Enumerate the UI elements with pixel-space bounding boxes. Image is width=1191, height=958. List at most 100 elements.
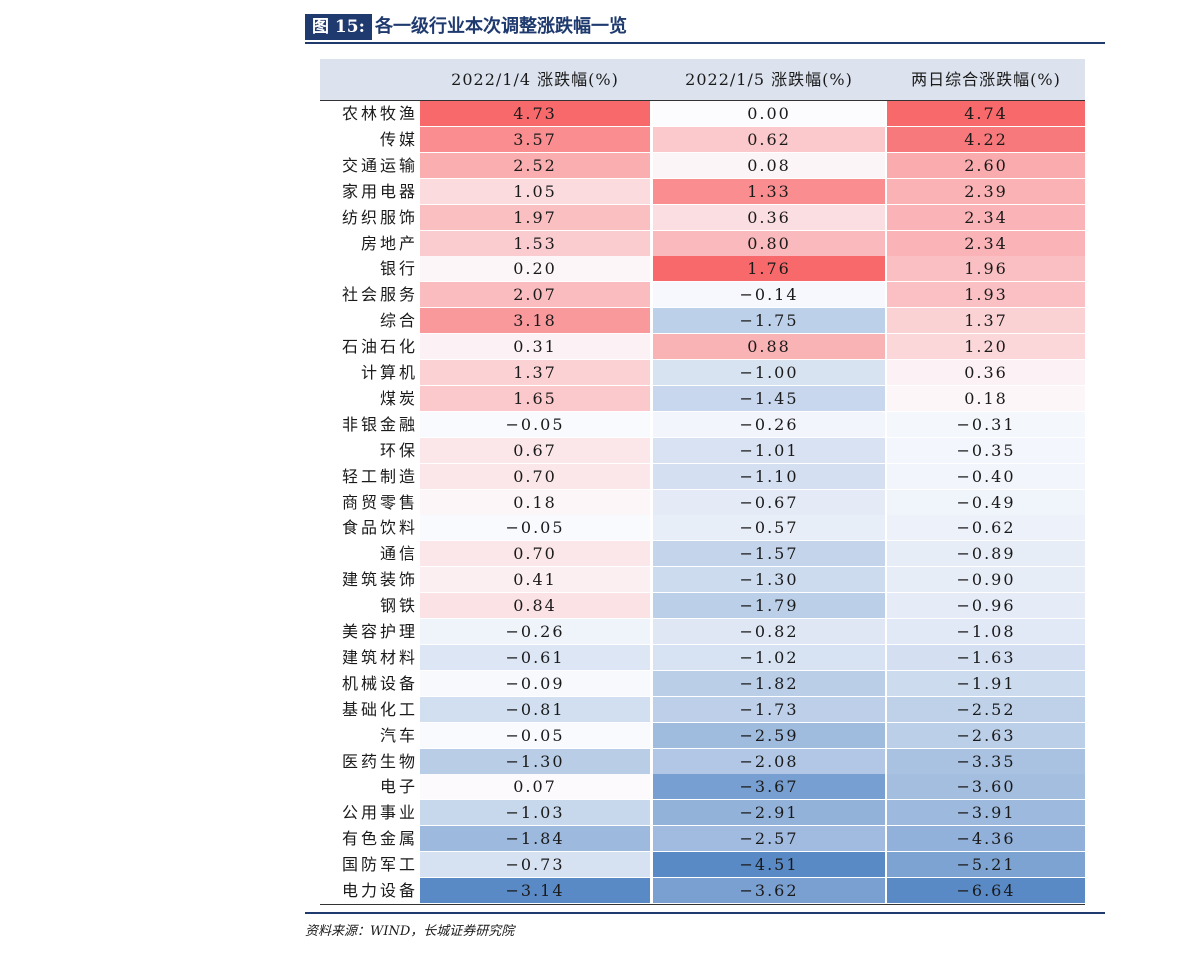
combined-change-cell: 2.60 <box>887 152 1085 178</box>
table-row: 建筑装饰 0.41 −1.30 −0.90 <box>320 567 1085 593</box>
day1-change-cell: −1.03 <box>420 800 650 826</box>
combined-change-cell: 1.37 <box>887 308 1085 334</box>
day1-change-cell: 0.70 <box>420 541 650 567</box>
day2-change-cell: −2.91 <box>653 800 885 826</box>
day1-change-cell: −3.14 <box>420 878 650 903</box>
table-row: 汽车 −0.05 −2.59 −2.63 <box>320 722 1085 749</box>
day2-change-cell: 0.80 <box>653 230 885 256</box>
day2-change-cell: −1.00 <box>653 360 885 385</box>
header-combined: 两日综合涨跌幅(%) <box>911 70 1061 89</box>
table-row: 非银金融 −0.05 −0.26 −0.31 <box>320 411 1085 438</box>
table-row: 公用事业 −1.03 −2.91 −3.91 <box>320 800 1085 826</box>
combined-change-cell: −3.35 <box>887 748 1085 774</box>
industry-name: 基础化工 <box>341 699 418 719</box>
table-bottom-rule <box>320 904 1085 905</box>
header-day1: 2022/1/4 涨跌幅(%) <box>451 70 619 89</box>
table-row: 综合 3.18 −1.75 1.37 <box>320 308 1085 334</box>
figure-title-bar: 图 15: 各一级行业本次调整涨跌幅一览 <box>305 14 1105 44</box>
table-row: 煤炭 1.65 −1.45 0.18 <box>320 385 1085 412</box>
day1-change-cell: 1.53 <box>420 230 650 256</box>
industry-name: 医药生物 <box>341 751 418 771</box>
combined-change-cell: 1.20 <box>887 334 1085 360</box>
table-row: 房地产 1.53 0.80 2.34 <box>320 230 1085 257</box>
day1-change-cell: −0.73 <box>420 852 650 878</box>
day2-change-cell: −0.14 <box>653 282 885 308</box>
industry-name: 电子 <box>379 777 418 797</box>
day1-change-cell: −0.26 <box>420 619 650 644</box>
combined-change-cell: −0.90 <box>887 567 1085 593</box>
industry-name: 汽车 <box>379 725 418 745</box>
industry-name: 农林牧渔 <box>341 104 418 123</box>
combined-change-cell: −1.91 <box>887 670 1085 696</box>
combined-change-cell: −1.08 <box>887 619 1085 644</box>
table-row: 有色金属 −1.84 −2.57 −4.36 <box>320 826 1085 852</box>
industry-name: 电力设备 <box>341 881 418 900</box>
day2-change-cell: 0.08 <box>653 152 885 178</box>
day2-change-cell: −2.59 <box>653 722 885 748</box>
combined-change-cell: −0.49 <box>887 489 1085 515</box>
day1-change-cell: 0.18 <box>420 489 650 515</box>
day2-change-cell: −1.82 <box>653 670 885 696</box>
combined-change-cell: −0.62 <box>887 515 1085 541</box>
combined-change-cell: 0.36 <box>887 360 1085 385</box>
header-day2: 2022/1/5 涨跌幅(%) <box>685 70 853 89</box>
combined-change-cell: −6.64 <box>887 878 1085 903</box>
day2-change-cell: −1.75 <box>653 308 885 334</box>
combined-change-cell: 4.22 <box>887 126 1085 152</box>
day2-change-cell: 0.36 <box>653 204 885 230</box>
table-row: 通信 0.70 −1.57 −0.89 <box>320 541 1085 567</box>
industry-name: 通信 <box>379 544 418 564</box>
table-row: 传媒 3.57 0.62 4.22 <box>320 126 1085 153</box>
table-row: 银行 0.20 1.76 1.96 <box>320 256 1085 282</box>
combined-change-cell: −0.96 <box>887 593 1085 619</box>
industry-name: 石油石化 <box>341 337 418 357</box>
industry-name: 环保 <box>379 440 418 460</box>
day1-change-cell: 1.97 <box>420 204 650 230</box>
table-row: 建筑材料 −0.61 −1.02 −1.63 <box>320 644 1085 671</box>
industry-name: 有色金属 <box>341 829 418 849</box>
combined-change-cell: 1.93 <box>887 282 1085 308</box>
day2-change-cell: 1.76 <box>653 256 885 282</box>
industry-name: 纺织服饰 <box>341 207 418 227</box>
combined-change-cell: 2.34 <box>887 204 1085 230</box>
day1-change-cell: 2.07 <box>420 282 650 308</box>
day1-change-cell: 3.18 <box>420 308 650 334</box>
day1-change-cell: 0.67 <box>420 437 650 463</box>
combined-change-cell: 2.39 <box>887 178 1085 204</box>
industry-name: 房地产 <box>360 233 418 253</box>
day1-change-cell: −0.81 <box>420 696 650 722</box>
day2-change-cell: 0.62 <box>653 126 885 152</box>
figure-title: 各一级行业本次调整涨跌幅一览 <box>375 16 627 37</box>
table-row: 基础化工 −0.81 −1.73 −2.52 <box>320 696 1085 723</box>
figure-number: 图 15: <box>305 14 372 40</box>
table-row: 轻工制造 0.70 −1.10 −0.40 <box>320 463 1085 490</box>
combined-change-cell: 2.34 <box>887 230 1085 256</box>
industry-name: 机械设备 <box>341 673 418 693</box>
day2-change-cell: −0.26 <box>653 411 885 437</box>
day1-change-cell: −0.05 <box>420 515 650 541</box>
day1-change-cell: 1.37 <box>420 360 650 385</box>
industry-name: 非银金融 <box>341 414 418 434</box>
combined-change-cell: −0.89 <box>887 541 1085 567</box>
day1-change-cell: 4.73 <box>420 101 650 126</box>
table-row: 机械设备 −0.09 −1.82 −1.91 <box>320 670 1085 697</box>
combined-change-cell: −2.63 <box>887 722 1085 748</box>
combined-change-cell: −0.31 <box>887 411 1085 437</box>
combined-change-cell: −0.35 <box>887 437 1085 463</box>
table-header: 2022/1/4 涨跌幅(%) 2022/1/5 涨跌幅(%) 两日综合涨跌幅(… <box>320 59 1085 101</box>
industry-name: 家用电器 <box>341 181 418 201</box>
day2-change-cell: −3.62 <box>653 878 885 903</box>
table-row: 电力设备 −3.14 −3.62 −6.64 <box>320 878 1085 904</box>
industry-name: 建筑装饰 <box>341 570 418 590</box>
table-row: 交通运输 2.52 0.08 2.60 <box>320 152 1085 179</box>
industry-name: 美容护理 <box>341 622 418 641</box>
day1-change-cell: −1.84 <box>420 826 650 852</box>
day1-change-cell: 0.20 <box>420 256 650 282</box>
source-note: 资料来源：WIND，长城证券研究院 <box>305 924 515 939</box>
industry-name: 煤炭 <box>379 388 418 408</box>
day2-change-cell: −0.82 <box>653 619 885 644</box>
day2-change-cell: −1.79 <box>653 593 885 619</box>
industry-name: 计算机 <box>360 363 418 382</box>
combined-change-cell: −1.63 <box>887 644 1085 670</box>
industry-name: 食品饮料 <box>341 518 418 538</box>
